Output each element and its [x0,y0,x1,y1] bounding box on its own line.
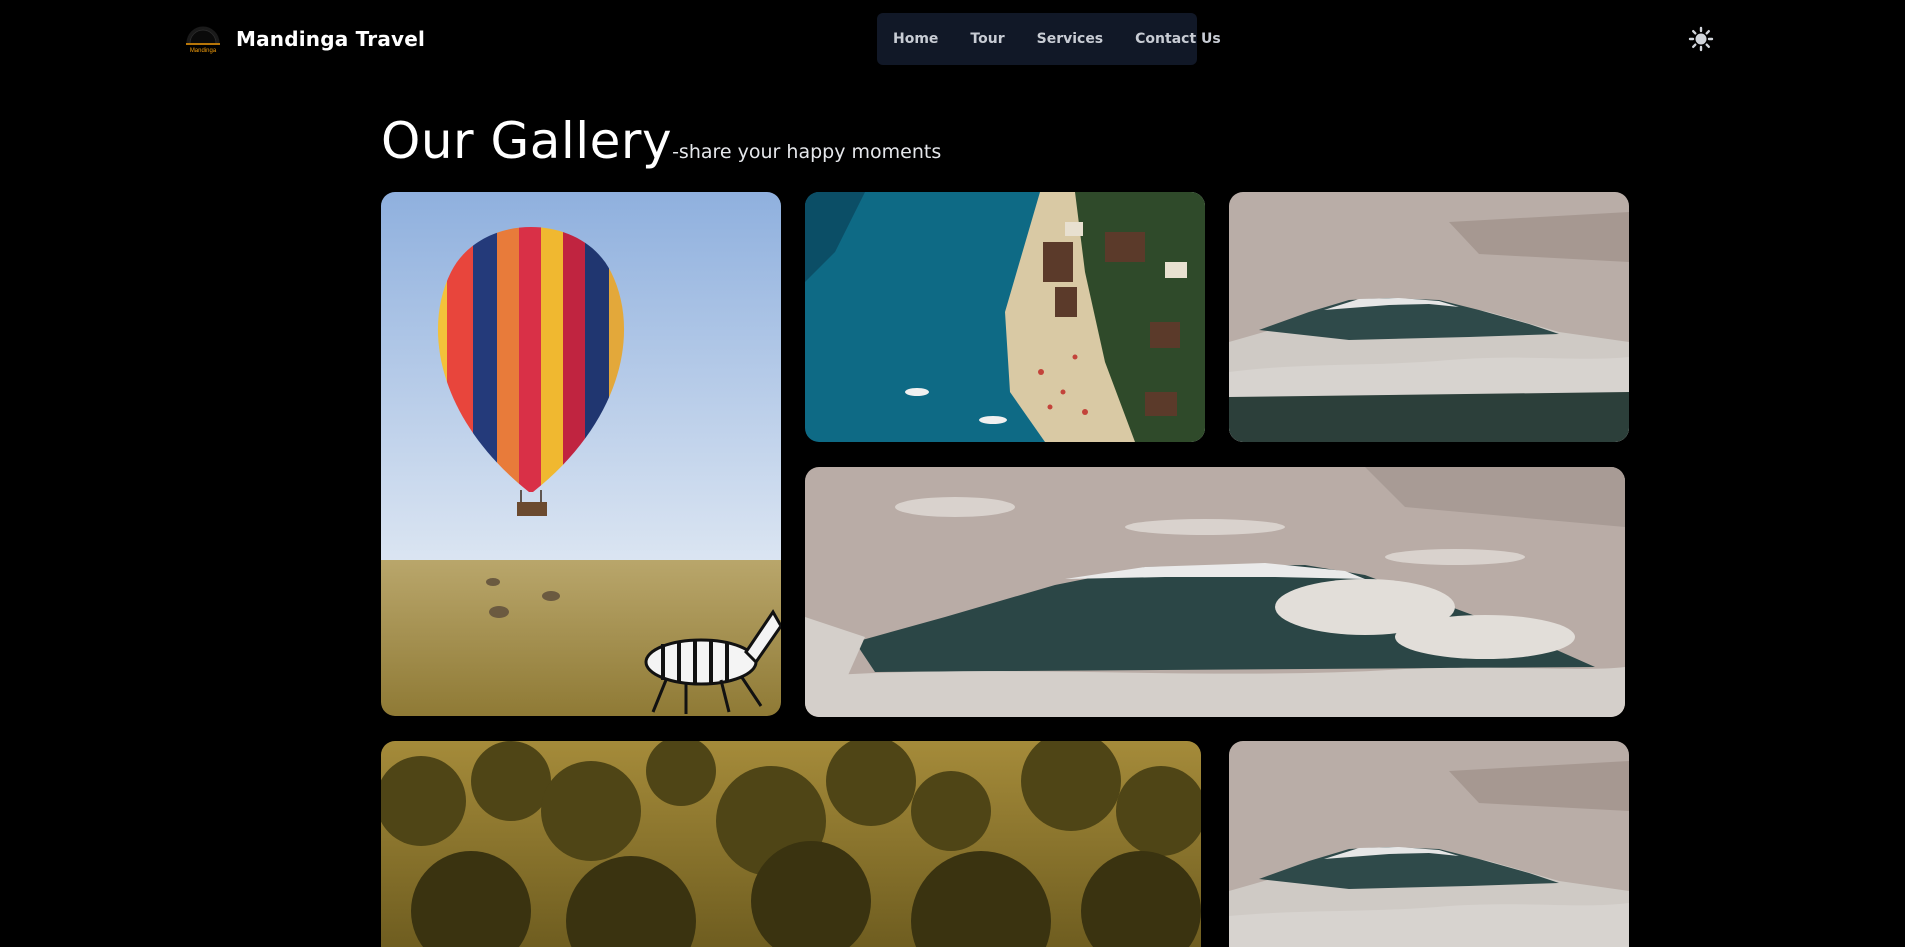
nav-services[interactable]: Services [1037,31,1104,47]
gallery-image-balloon-zebra[interactable] [381,192,781,716]
sunset-logo-icon: Mandinga [186,26,220,54]
gallery-image-kilimanjaro-wide[interactable] [805,467,1625,717]
gallery-image-aerial-beach[interactable] [805,192,1205,442]
brand-logo: Mandinga [184,21,222,57]
nav-home[interactable]: Home [893,31,938,47]
gallery-image-misty-forest[interactable] [381,741,1201,947]
brand-name: Mandinga Travel [236,27,426,51]
brand-logo-text: Mandinga [190,48,217,54]
gallery-image-kilimanjaro-small[interactable] [1229,192,1629,442]
gallery-subtitle: -share your happy moments [672,141,942,163]
nav-tour[interactable]: Tour [970,31,1004,47]
nav-contact-us[interactable]: Contact Us [1135,31,1221,47]
theme-toggle-button[interactable] [1688,26,1714,52]
gallery-heading: Our Gallery -share your happy moments [381,112,941,170]
site-header: Mandinga Mandinga Travel Home Tour Servi… [0,0,1905,78]
gallery-title: Our Gallery [381,112,673,170]
brand[interactable]: Mandinga Mandinga Travel [184,21,425,57]
main-nav: Home Tour Services Contact Us [877,13,1221,65]
gallery-image-kilimanjaro-bottom[interactable] [1229,741,1629,947]
sun-icon [1688,26,1714,52]
